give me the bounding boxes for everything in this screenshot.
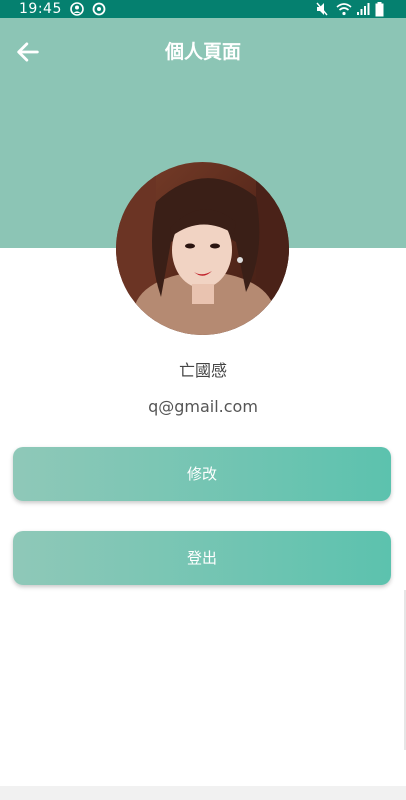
status-bar: 19:45 [0,0,406,18]
sync-icon [92,2,106,16]
account-icon [70,2,84,16]
wifi-icon [336,3,352,16]
edit-button[interactable]: 修改 [13,447,391,501]
battery-icon [375,2,384,17]
bottom-bar [0,786,406,800]
profile-name: 亡國感 [178,361,227,380]
avatar [116,162,289,335]
signal-icon [357,3,370,15]
logout-button[interactable]: 登出 [13,531,391,585]
avatar-image [116,162,289,335]
mute-icon [316,2,328,16]
page-title: 個人頁面 [164,41,241,63]
profile-email: q@gmail.com [148,397,258,416]
status-time: 19:45 [19,1,62,17]
